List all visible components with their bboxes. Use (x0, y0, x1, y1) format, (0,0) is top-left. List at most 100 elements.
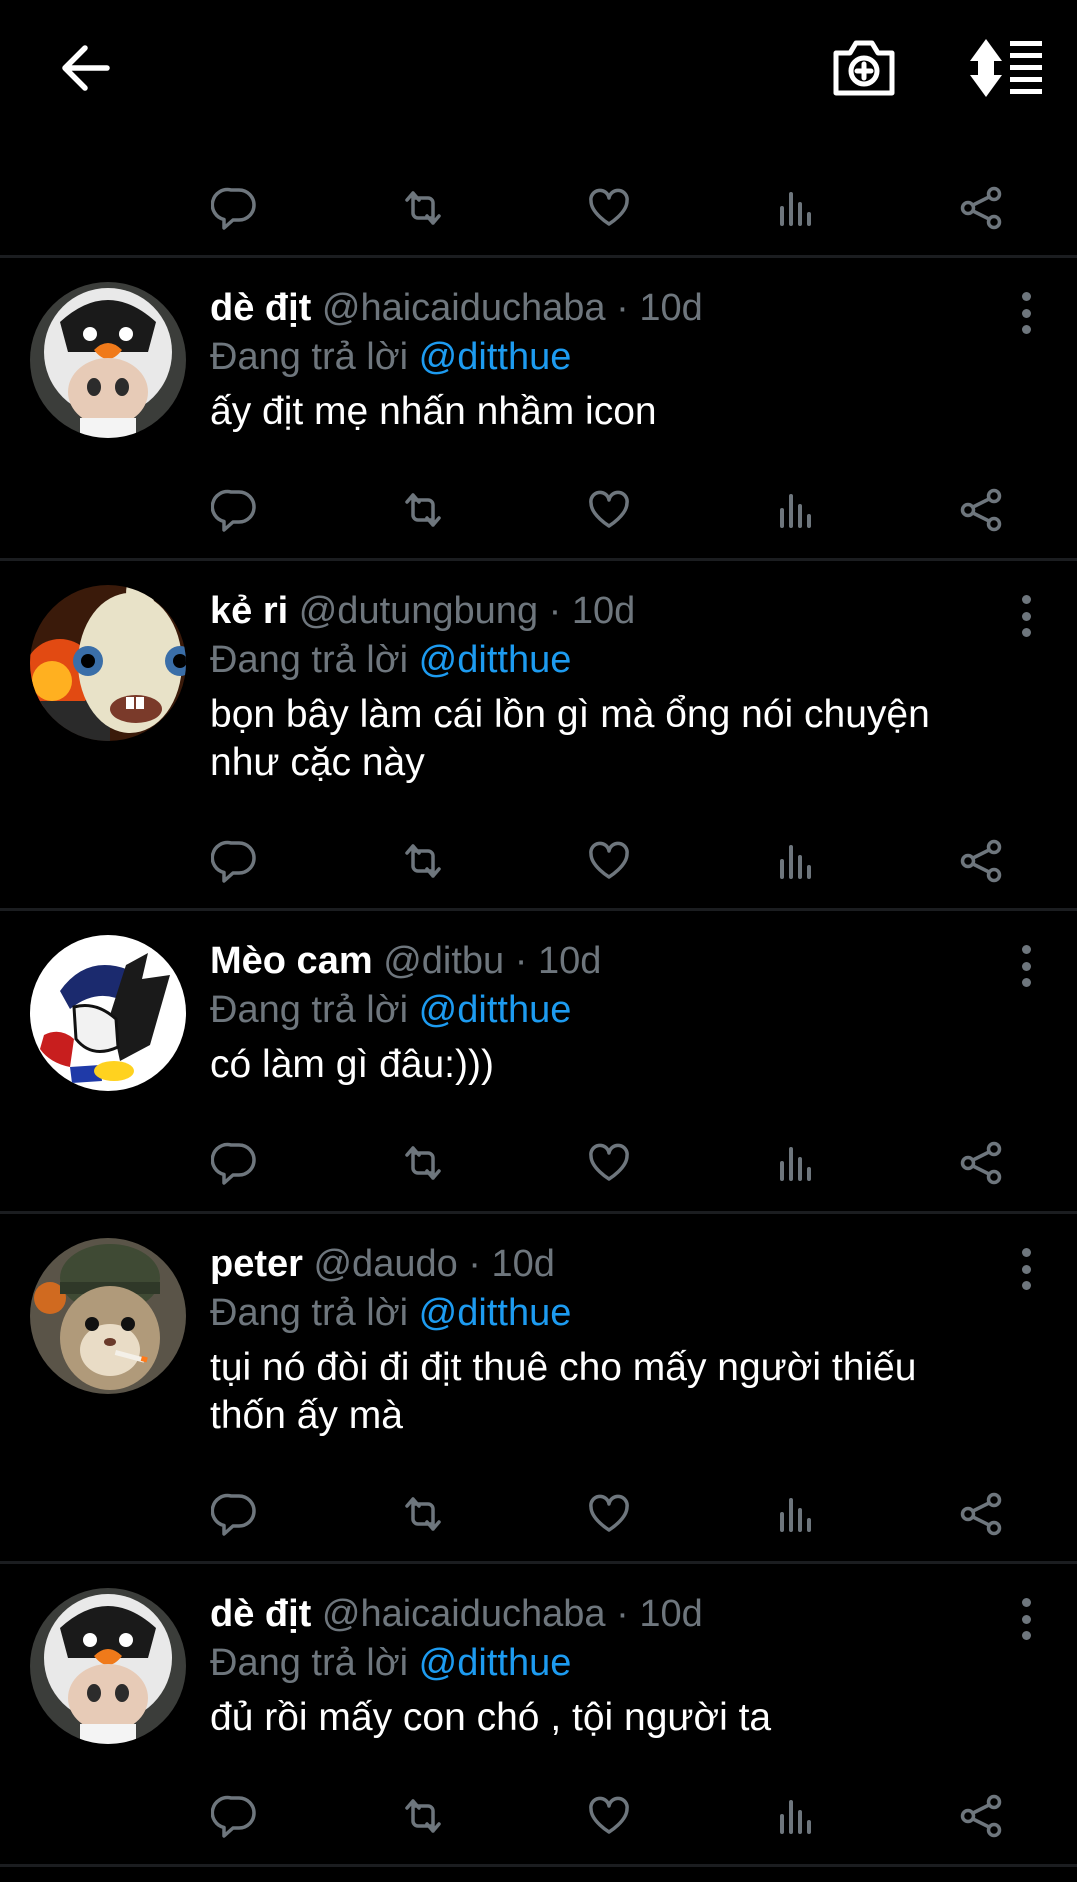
reply-mention-link[interactable]: @ditthue (419, 639, 572, 681)
views-button[interactable] (766, 480, 826, 540)
more-dot-icon (1021, 292, 1031, 301)
tweet-text: có làm gì đâu:))) (210, 1043, 494, 1086)
retweet-button[interactable] (393, 480, 453, 540)
sort-button[interactable] (966, 32, 1046, 104)
views-button[interactable] (766, 1786, 826, 1846)
tweet-content: kẻ ri @dutungbung · 10d Đang trả lời @di… (210, 587, 997, 787)
reply-button[interactable] (205, 1484, 265, 1544)
user-handle[interactable]: @daudo (313, 1243, 457, 1285)
more-options-button[interactable] (1011, 941, 1041, 991)
reply-button[interactable] (205, 1133, 265, 1193)
display-name[interactable]: dè địt (210, 1593, 311, 1635)
avatar-rabbid-image (30, 585, 186, 741)
reply-prefix: Đang trả lời (210, 1642, 409, 1684)
more-dot-icon (1021, 1281, 1031, 1290)
retweet-button[interactable] (393, 178, 453, 238)
reply-icon (211, 1795, 256, 1838)
more-options-button[interactable] (1011, 591, 1041, 641)
reply-prefix: Đang trả lời (210, 639, 409, 681)
reply-icon (211, 187, 256, 230)
more-options-button[interactable] (1011, 1244, 1041, 1294)
views-icon (780, 494, 811, 528)
retweet-button[interactable] (393, 1484, 453, 1544)
like-button[interactable] (579, 1484, 639, 1544)
share-button[interactable] (952, 178, 1012, 238)
reply-mention-link[interactable]: @ditthue (419, 989, 572, 1031)
reply-button[interactable] (205, 178, 265, 238)
replying-to: Đang trả lời @ditthue (210, 1638, 997, 1688)
display-name[interactable]: Mèo cam (210, 940, 373, 982)
tweet-header: dè địt @haicaiduchaba · 10d (210, 284, 997, 332)
reply-mention-link[interactable]: @ditthue (419, 1292, 572, 1334)
reply-mention-link[interactable]: @ditthue (419, 336, 572, 378)
reply-button[interactable] (205, 831, 265, 891)
like-icon (589, 841, 629, 879)
reply-mention-link[interactable]: @ditthue (419, 1642, 572, 1684)
reply-icon (211, 489, 256, 532)
more-dot-icon (1021, 1614, 1031, 1624)
retweet-icon (405, 1146, 441, 1180)
user-handle[interactable]: @haicaiduchaba (322, 287, 606, 329)
sort-list-icon (970, 39, 1042, 97)
back-button[interactable] (50, 35, 120, 101)
display-name[interactable]: kẻ ri (210, 590, 288, 632)
reply-button[interactable] (205, 1786, 265, 1846)
share-button[interactable] (952, 1133, 1012, 1193)
retweet-icon (405, 844, 441, 878)
tweet-actions (0, 178, 1077, 238)
tweet-content: Mèo cam @ditbu · 10d Đang trả lời @ditth… (210, 937, 997, 1089)
more-dot-icon (1021, 628, 1031, 637)
user-handle[interactable]: @dutungbung (299, 590, 538, 632)
share-icon (960, 839, 1002, 883)
views-button[interactable] (766, 1484, 826, 1544)
timestamp: 10d (639, 287, 703, 329)
avatar[interactable] (30, 1238, 186, 1394)
display-name[interactable]: dè địt (210, 287, 311, 329)
timestamp: 10d (537, 940, 602, 982)
views-button[interactable] (766, 178, 826, 238)
tweet-actions (0, 1133, 1077, 1193)
reply-prefix: Đang trả lời (210, 336, 409, 378)
timestamp: 10d (491, 1243, 555, 1285)
retweet-button[interactable] (393, 831, 453, 891)
more-options-button[interactable] (1011, 1594, 1041, 1644)
views-icon (780, 192, 811, 226)
share-button[interactable] (952, 1484, 1012, 1544)
like-button[interactable] (579, 1786, 639, 1846)
like-button[interactable] (579, 831, 639, 891)
more-dot-icon (1021, 308, 1031, 318)
more-dot-icon (1021, 611, 1031, 621)
tweet-content: dè địt @haicaiduchaba · 10d Đang trả lời… (210, 1590, 997, 1742)
tweet-content: peter @daudo · 10d Đang trả lời @ditthue… (210, 1240, 997, 1440)
views-button[interactable] (766, 1133, 826, 1193)
share-button[interactable] (952, 831, 1012, 891)
reply-button[interactable] (205, 480, 265, 540)
retweet-icon (405, 191, 441, 225)
avatar[interactable] (30, 282, 186, 438)
share-button[interactable] (952, 1786, 1012, 1846)
retweet-button[interactable] (393, 1133, 453, 1193)
replying-to: Đang trả lời @ditthue (210, 985, 997, 1035)
avatar[interactable] (30, 935, 186, 1091)
camera-button[interactable] (828, 32, 900, 104)
separator-dot: · (514, 940, 528, 982)
like-button[interactable] (579, 480, 639, 540)
user-handle[interactable]: @haicaiduchaba (322, 1593, 606, 1635)
user-handle[interactable]: @ditbu (383, 940, 504, 982)
like-icon (589, 1494, 629, 1532)
avatar[interactable] (30, 1588, 186, 1744)
like-button[interactable] (579, 178, 639, 238)
camera-plus-icon (833, 40, 895, 96)
like-button[interactable] (579, 1133, 639, 1193)
display-name[interactable]: peter (210, 1243, 303, 1285)
more-options-button[interactable] (1011, 288, 1041, 338)
avatar-hamster-image (30, 1238, 186, 1394)
more-dot-icon (1021, 1598, 1031, 1607)
retweet-icon (405, 1799, 441, 1833)
views-button[interactable] (766, 831, 826, 891)
avatar[interactable] (30, 585, 186, 741)
tweet-actions (0, 1484, 1077, 1544)
separator-dot: · (616, 1593, 629, 1635)
retweet-button[interactable] (393, 1786, 453, 1846)
share-button[interactable] (952, 480, 1012, 540)
